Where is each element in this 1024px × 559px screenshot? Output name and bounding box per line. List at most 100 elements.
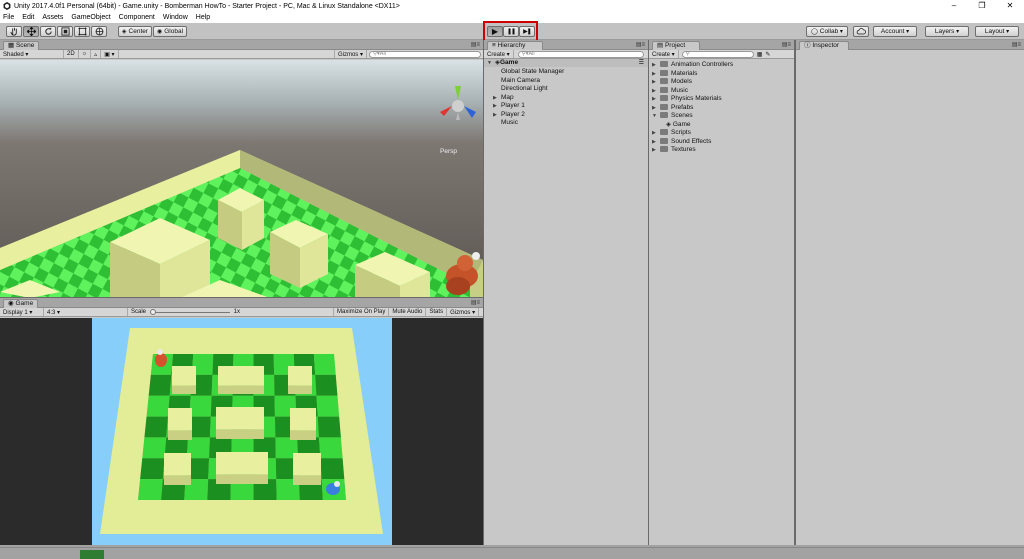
game-gizmos-dropdown[interactable]: Gizmos	[447, 308, 480, 316]
search-icon: ⚲▾	[373, 51, 380, 57]
project-folder-item[interactable]: ▶ Models	[652, 78, 692, 86]
panel-menu-icon[interactable]: ▤≡	[471, 41, 480, 48]
pivot-center-toggle[interactable]: ◈ Center	[118, 26, 152, 37]
lighting-toggle[interactable]: ☼	[79, 50, 92, 58]
menu-help[interactable]: Help	[196, 14, 210, 21]
filter-type-icon[interactable]: ▦	[757, 51, 763, 58]
scene-search-input[interactable]: ⚲▾ All	[369, 50, 481, 58]
project-folder-item[interactable]: ▶ Scripts	[652, 129, 691, 137]
block-top	[218, 366, 264, 386]
layers-dropdown[interactable]: Layers	[925, 26, 969, 37]
minimize-button[interactable]: –	[940, 0, 968, 12]
expand-arrow-icon[interactable]: ▶	[652, 78, 660, 86]
panel-menu-icon[interactable]: ▤≡	[471, 299, 480, 306]
panel-divider[interactable]	[483, 40, 484, 545]
expand-arrow-icon[interactable]: ▶	[652, 146, 660, 154]
shading-dropdown[interactable]: Shaded	[0, 50, 64, 58]
menu-file[interactable]: File	[3, 14, 14, 21]
hierarchy-item-label: Player 2	[501, 110, 525, 118]
filter-label-icon[interactable]: ✎	[765, 51, 770, 58]
expand-arrow-icon[interactable]: ▶	[652, 61, 660, 69]
maximize-button[interactable]: ❐	[968, 0, 996, 12]
hierarchy-item[interactable]: Directional Light	[493, 85, 548, 93]
tab-scene[interactable]: ▦ Scene	[3, 41, 40, 50]
menu-component[interactable]: Component	[119, 14, 155, 21]
project-folder-item[interactable]: ▶ Prefabs	[652, 103, 693, 112]
hierarchy-item[interactable]: Global State Manager	[493, 68, 564, 76]
hand-tool-button[interactable]	[6, 26, 22, 37]
scale-slider[interactable]: Scale 1x	[128, 308, 334, 316]
project-create-dropdown[interactable]: Create	[649, 50, 679, 58]
maximize-on-play-toggle[interactable]: Maximize On Play	[334, 308, 390, 316]
menu-edit[interactable]: Edit	[22, 14, 34, 21]
panel-menu-icon[interactable]: ▤≡	[1012, 41, 1021, 48]
expand-arrow-icon[interactable]: ▶	[652, 138, 660, 146]
expand-arrow-icon[interactable]: ▶	[652, 95, 660, 103]
project-folder-item[interactable]: ▶ Physics Materials	[652, 95, 722, 103]
panel-divider[interactable]	[794, 40, 796, 545]
panel-menu-icon[interactable]: ▤≡	[636, 41, 645, 48]
speaker-icon: ▵	[94, 51, 98, 58]
scene-viewport[interactable]: Persp	[0, 60, 483, 298]
project-folder-item[interactable]: ▶ Sound Effects	[652, 137, 711, 146]
menu-gameobject[interactable]: GameObject	[71, 14, 110, 21]
global-local-toggle[interactable]: ◉ Global	[153, 26, 187, 37]
scale-thumb[interactable]	[150, 308, 157, 315]
panel-divider[interactable]	[648, 40, 649, 545]
expand-arrow-icon[interactable]: ▶	[493, 94, 501, 102]
expand-arrow-icon[interactable]: ▼	[652, 112, 660, 120]
hierarchy-item[interactable]: ▶ Player 2	[493, 111, 525, 119]
scene-tab-label: Scene	[15, 42, 35, 49]
expand-arrow-icon[interactable]: ▶	[493, 102, 501, 110]
scene-gizmos-dropdown[interactable]: Gizmos	[333, 50, 367, 58]
cloud-button[interactable]	[853, 26, 869, 37]
scene-asset-item[interactable]: ◈ Game	[666, 121, 691, 129]
rect-tool-button[interactable]	[74, 26, 90, 37]
account-dropdown[interactable]: Account	[873, 26, 917, 37]
effects-dropdown[interactable]: ▣	[101, 50, 119, 58]
stats-toggle[interactable]: Stats	[426, 308, 448, 316]
hierarchy-create-dropdown[interactable]: Create	[484, 50, 514, 58]
scale-tool-button[interactable]	[57, 26, 73, 37]
project-folder-item[interactable]: ▶ Animation Controllers	[652, 61, 733, 69]
2d-toggle[interactable]: 2D	[64, 50, 79, 58]
game-viewport[interactable]	[0, 318, 483, 545]
folder-icon	[660, 137, 668, 144]
tab-hierarchy[interactable]: ≡ Hierarchy	[487, 41, 543, 50]
menu-window[interactable]: Window	[163, 14, 188, 21]
project-folder-item[interactable]: ▶ Textures	[652, 146, 696, 154]
move-tool-button[interactable]	[23, 26, 39, 37]
project-folder-item[interactable]: ▼ Scenes	[652, 112, 693, 120]
scene-menu-icon[interactable]: ☰	[639, 59, 644, 67]
tab-inspector[interactable]: ⓘ Inspector	[799, 41, 849, 50]
persp-label[interactable]: Persp	[440, 148, 457, 155]
expand-arrow-icon[interactable]: ▶	[652, 129, 660, 137]
expand-arrow-icon[interactable]: ▶	[652, 70, 660, 78]
layout-dropdown[interactable]: Layout	[975, 26, 1019, 37]
expand-arrow-icon[interactable]: ▶	[652, 87, 660, 95]
hierarchy-item[interactable]: Main Camera	[493, 77, 540, 85]
panel-divider[interactable]	[0, 297, 483, 298]
hierarchy-item[interactable]: ▶ Map	[493, 94, 514, 102]
mute-audio-toggle[interactable]: Mute Audio	[389, 308, 427, 316]
display-dropdown[interactable]: Display 1	[0, 308, 44, 316]
hierarchy-scene-row[interactable]: ▼ ◈Game ☰	[484, 59, 648, 67]
project-folder-item[interactable]: ▶ Music	[652, 86, 688, 95]
project-search-input[interactable]: ⚲	[681, 50, 754, 58]
expand-arrow-icon[interactable]: ▶	[493, 111, 501, 119]
menu-assets[interactable]: Assets	[42, 14, 63, 21]
project-folder-item[interactable]: ▶ Materials	[652, 69, 697, 78]
tab-project[interactable]: ▤ Project	[652, 41, 700, 50]
audio-toggle[interactable]: ▵	[91, 50, 102, 58]
rotate-tool-button[interactable]	[40, 26, 56, 37]
hierarchy-item[interactable]: ▶ Player 1	[493, 102, 525, 110]
hierarchy-search-input[interactable]: ⚲▾ All	[517, 50, 644, 58]
aspect-dropdown[interactable]: 4:3	[44, 308, 128, 316]
transform-tool-button[interactable]	[91, 26, 107, 37]
hierarchy-item[interactable]: Music	[493, 119, 518, 127]
tab-game[interactable]: ◉ Game	[3, 299, 39, 308]
panel-menu-icon[interactable]: ▤≡	[782, 41, 791, 48]
close-button[interactable]: ✕	[996, 0, 1024, 12]
expand-arrow-icon[interactable]: ▶	[652, 104, 660, 112]
collab-dropdown[interactable]: ◯ Collab	[806, 26, 848, 37]
